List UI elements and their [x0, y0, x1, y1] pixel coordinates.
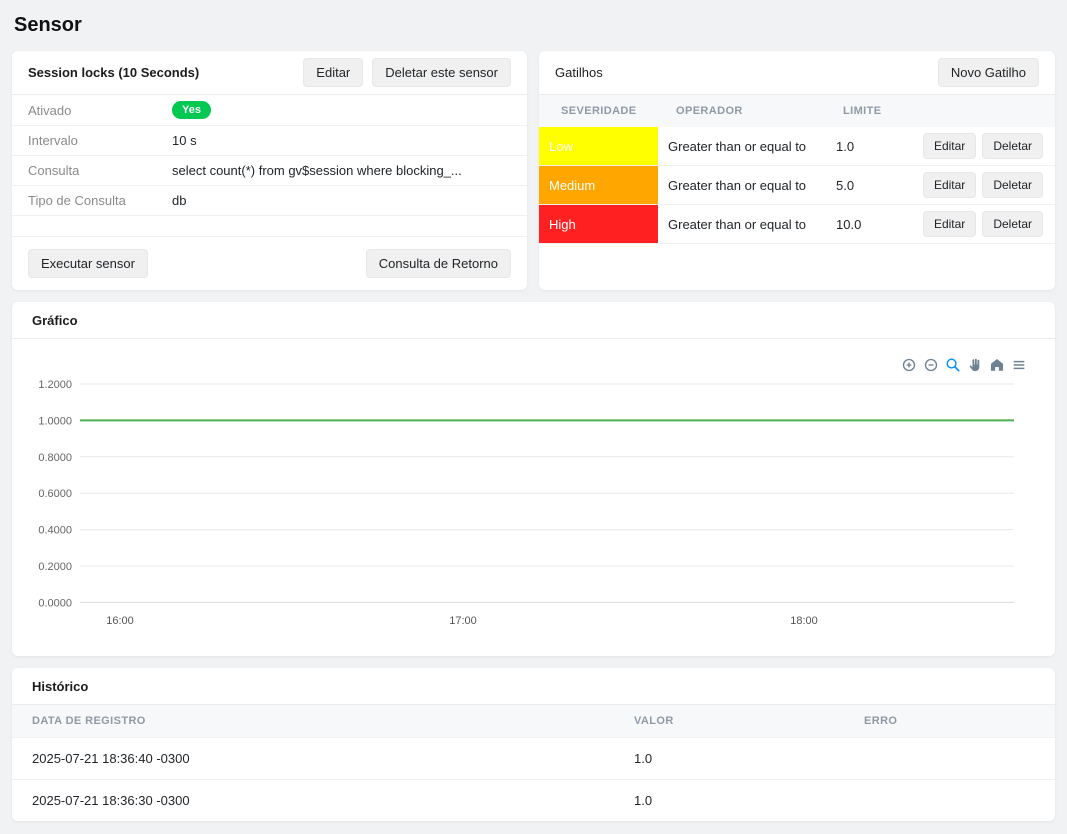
chart-gridlines: [80, 384, 1014, 566]
column-header-operador: OPERADOR: [658, 95, 836, 127]
trigger-actions: Editar Deletar: [923, 211, 1055, 237]
trigger-edit-button[interactable]: Editar: [923, 172, 976, 198]
trigger-row-low: Low Greater than or equal to 1.0 Editar …: [539, 127, 1055, 166]
column-header-severidade: SEVERIDADE: [539, 95, 658, 127]
trigger-actions: Editar Deletar: [923, 172, 1055, 198]
svg-text:0.8000: 0.8000: [38, 452, 72, 464]
triggers-card-header: Gatilhos Novo Gatilho: [539, 51, 1055, 95]
history-row: 2025-07-21 18:36:40 -0300 1.0: [12, 737, 1055, 779]
trigger-row-medium: Medium Greater than or equal to 5.0 Edit…: [539, 166, 1055, 205]
severity-cell: Low: [539, 127, 658, 165]
trigger-delete-button[interactable]: Deletar: [982, 133, 1043, 159]
sensor-card-title: Session locks (10 Seconds): [28, 65, 199, 80]
history-value-cell: 1.0: [634, 751, 864, 766]
severity-cell: Medium: [539, 166, 658, 204]
severity-cell: High: [539, 205, 658, 243]
svg-text:1.0000: 1.0000: [38, 415, 72, 427]
history-card-header: Histórico: [12, 668, 1055, 705]
history-card: Histórico DATA DE REGISTRO VALOR ERRO 20…: [12, 668, 1055, 821]
history-date-cell: 2025-07-21 18:36:30 -0300: [32, 793, 634, 808]
limit-cell: 10.0: [836, 217, 923, 232]
sensor-field-consulta: Consulta select count(*) from gv$session…: [12, 156, 527, 186]
chart-toolbar: [901, 357, 1027, 373]
field-label: Intervalo: [28, 133, 172, 148]
chart-x-axis-labels: 16:00 17:00 18:00: [106, 615, 818, 627]
chart-pan-icon[interactable]: [967, 357, 983, 373]
field-label: Ativado: [28, 103, 172, 118]
return-query-button[interactable]: Consulta de Retorno: [366, 249, 511, 278]
sensor-field-intervalo: Intervalo 10 s: [12, 126, 527, 156]
sensor-field-ativado: Ativado Yes: [12, 95, 527, 126]
empty-field-row: [12, 216, 527, 237]
column-header-erro: ERRO: [864, 705, 1035, 737]
sensor-field-tipo-de-consulta: Tipo de Consulta db: [12, 186, 527, 216]
edit-sensor-button[interactable]: Editar: [303, 58, 363, 87]
svg-text:1.2000: 1.2000: [38, 379, 72, 391]
column-header-data-de-registro: DATA DE REGISTRO: [32, 705, 634, 737]
run-sensor-button[interactable]: Executar sensor: [28, 249, 148, 278]
svg-text:0.0000: 0.0000: [38, 597, 72, 609]
svg-text:0.2000: 0.2000: [38, 561, 72, 573]
triggers-table-header: SEVERIDADE OPERADOR LIMITE: [539, 95, 1055, 127]
triggers-card: Gatilhos Novo Gatilho SEVERIDADE OPERADO…: [539, 51, 1055, 290]
page-title: Sensor: [14, 14, 1055, 37]
sensor-card: Session locks (10 Seconds) Editar Deleta…: [12, 51, 527, 290]
chart-card: Gráfico: [12, 302, 1055, 656]
svg-text:16:00: 16:00: [106, 615, 134, 627]
triggers-card-title: Gatilhos: [555, 65, 603, 80]
field-label: Tipo de Consulta: [28, 193, 172, 208]
chart-y-axis-labels: 1.2000 1.0000 0.8000 0.6000 0.4000 0.200…: [38, 379, 72, 609]
top-row: Session locks (10 Seconds) Editar Deleta…: [12, 51, 1055, 290]
field-value: select count(*) from gv$session where bl…: [172, 163, 462, 178]
enabled-badge: Yes: [172, 101, 211, 119]
svg-text:17:00: 17:00: [449, 615, 477, 627]
history-card-title: Histórico: [32, 679, 88, 694]
trigger-delete-button[interactable]: Deletar: [982, 211, 1043, 237]
line-chart[interactable]: 1.2000 1.0000 0.8000 0.6000 0.4000 0.200…: [12, 347, 1052, 639]
svg-text:0.4000: 0.4000: [38, 525, 72, 537]
chart-body: 1.2000 1.0000 0.8000 0.6000 0.4000 0.200…: [12, 339, 1055, 656]
history-date-cell: 2025-07-21 18:36:40 -0300: [32, 751, 634, 766]
chart-menu-icon[interactable]: [1011, 357, 1027, 373]
history-table-header: DATA DE REGISTRO VALOR ERRO: [12, 705, 1055, 737]
chart-zoom-in-icon[interactable]: [901, 357, 917, 373]
delete-sensor-button[interactable]: Deletar este sensor: [372, 58, 511, 87]
limit-cell: 1.0: [836, 139, 923, 154]
chart-card-title: Gráfico: [32, 313, 78, 328]
trigger-edit-button[interactable]: Editar: [923, 133, 976, 159]
history-row: 2025-07-21 18:36:30 -0300 1.0: [12, 779, 1055, 821]
trigger-row-high: High Greater than or equal to 10.0 Edita…: [539, 205, 1055, 244]
sensor-header-buttons: Editar Deletar este sensor: [303, 58, 511, 87]
trigger-delete-button[interactable]: Deletar: [982, 172, 1043, 198]
svg-text:0.6000: 0.6000: [38, 488, 72, 500]
history-value-cell: 1.0: [634, 793, 864, 808]
sensor-card-footer: Executar sensor Consulta de Retorno: [12, 237, 527, 290]
operator-cell: Greater than or equal to: [658, 217, 836, 232]
sensor-card-header: Session locks (10 Seconds) Editar Deleta…: [12, 51, 527, 95]
chart-selection-zoom-icon[interactable]: [945, 357, 961, 373]
operator-cell: Greater than or equal to: [658, 178, 836, 193]
operator-cell: Greater than or equal to: [658, 139, 836, 154]
limit-cell: 5.0: [836, 178, 923, 193]
field-value: 10 s: [172, 133, 197, 148]
new-trigger-button[interactable]: Novo Gatilho: [938, 58, 1039, 87]
chart-card-header: Gráfico: [12, 302, 1055, 339]
field-label: Consulta: [28, 163, 172, 178]
trigger-edit-button[interactable]: Editar: [923, 211, 976, 237]
column-header-valor: VALOR: [634, 705, 864, 737]
field-value: db: [172, 193, 186, 208]
trigger-actions: Editar Deletar: [923, 133, 1055, 159]
chart-zoom-out-icon[interactable]: [923, 357, 939, 373]
chart-home-icon[interactable]: [989, 357, 1005, 373]
svg-text:18:00: 18:00: [790, 615, 818, 627]
page: Sensor Session locks (10 Seconds) Editar…: [0, 0, 1067, 833]
column-header-limite: LIMITE: [836, 95, 1043, 127]
column-header-actions: [1043, 101, 1055, 121]
